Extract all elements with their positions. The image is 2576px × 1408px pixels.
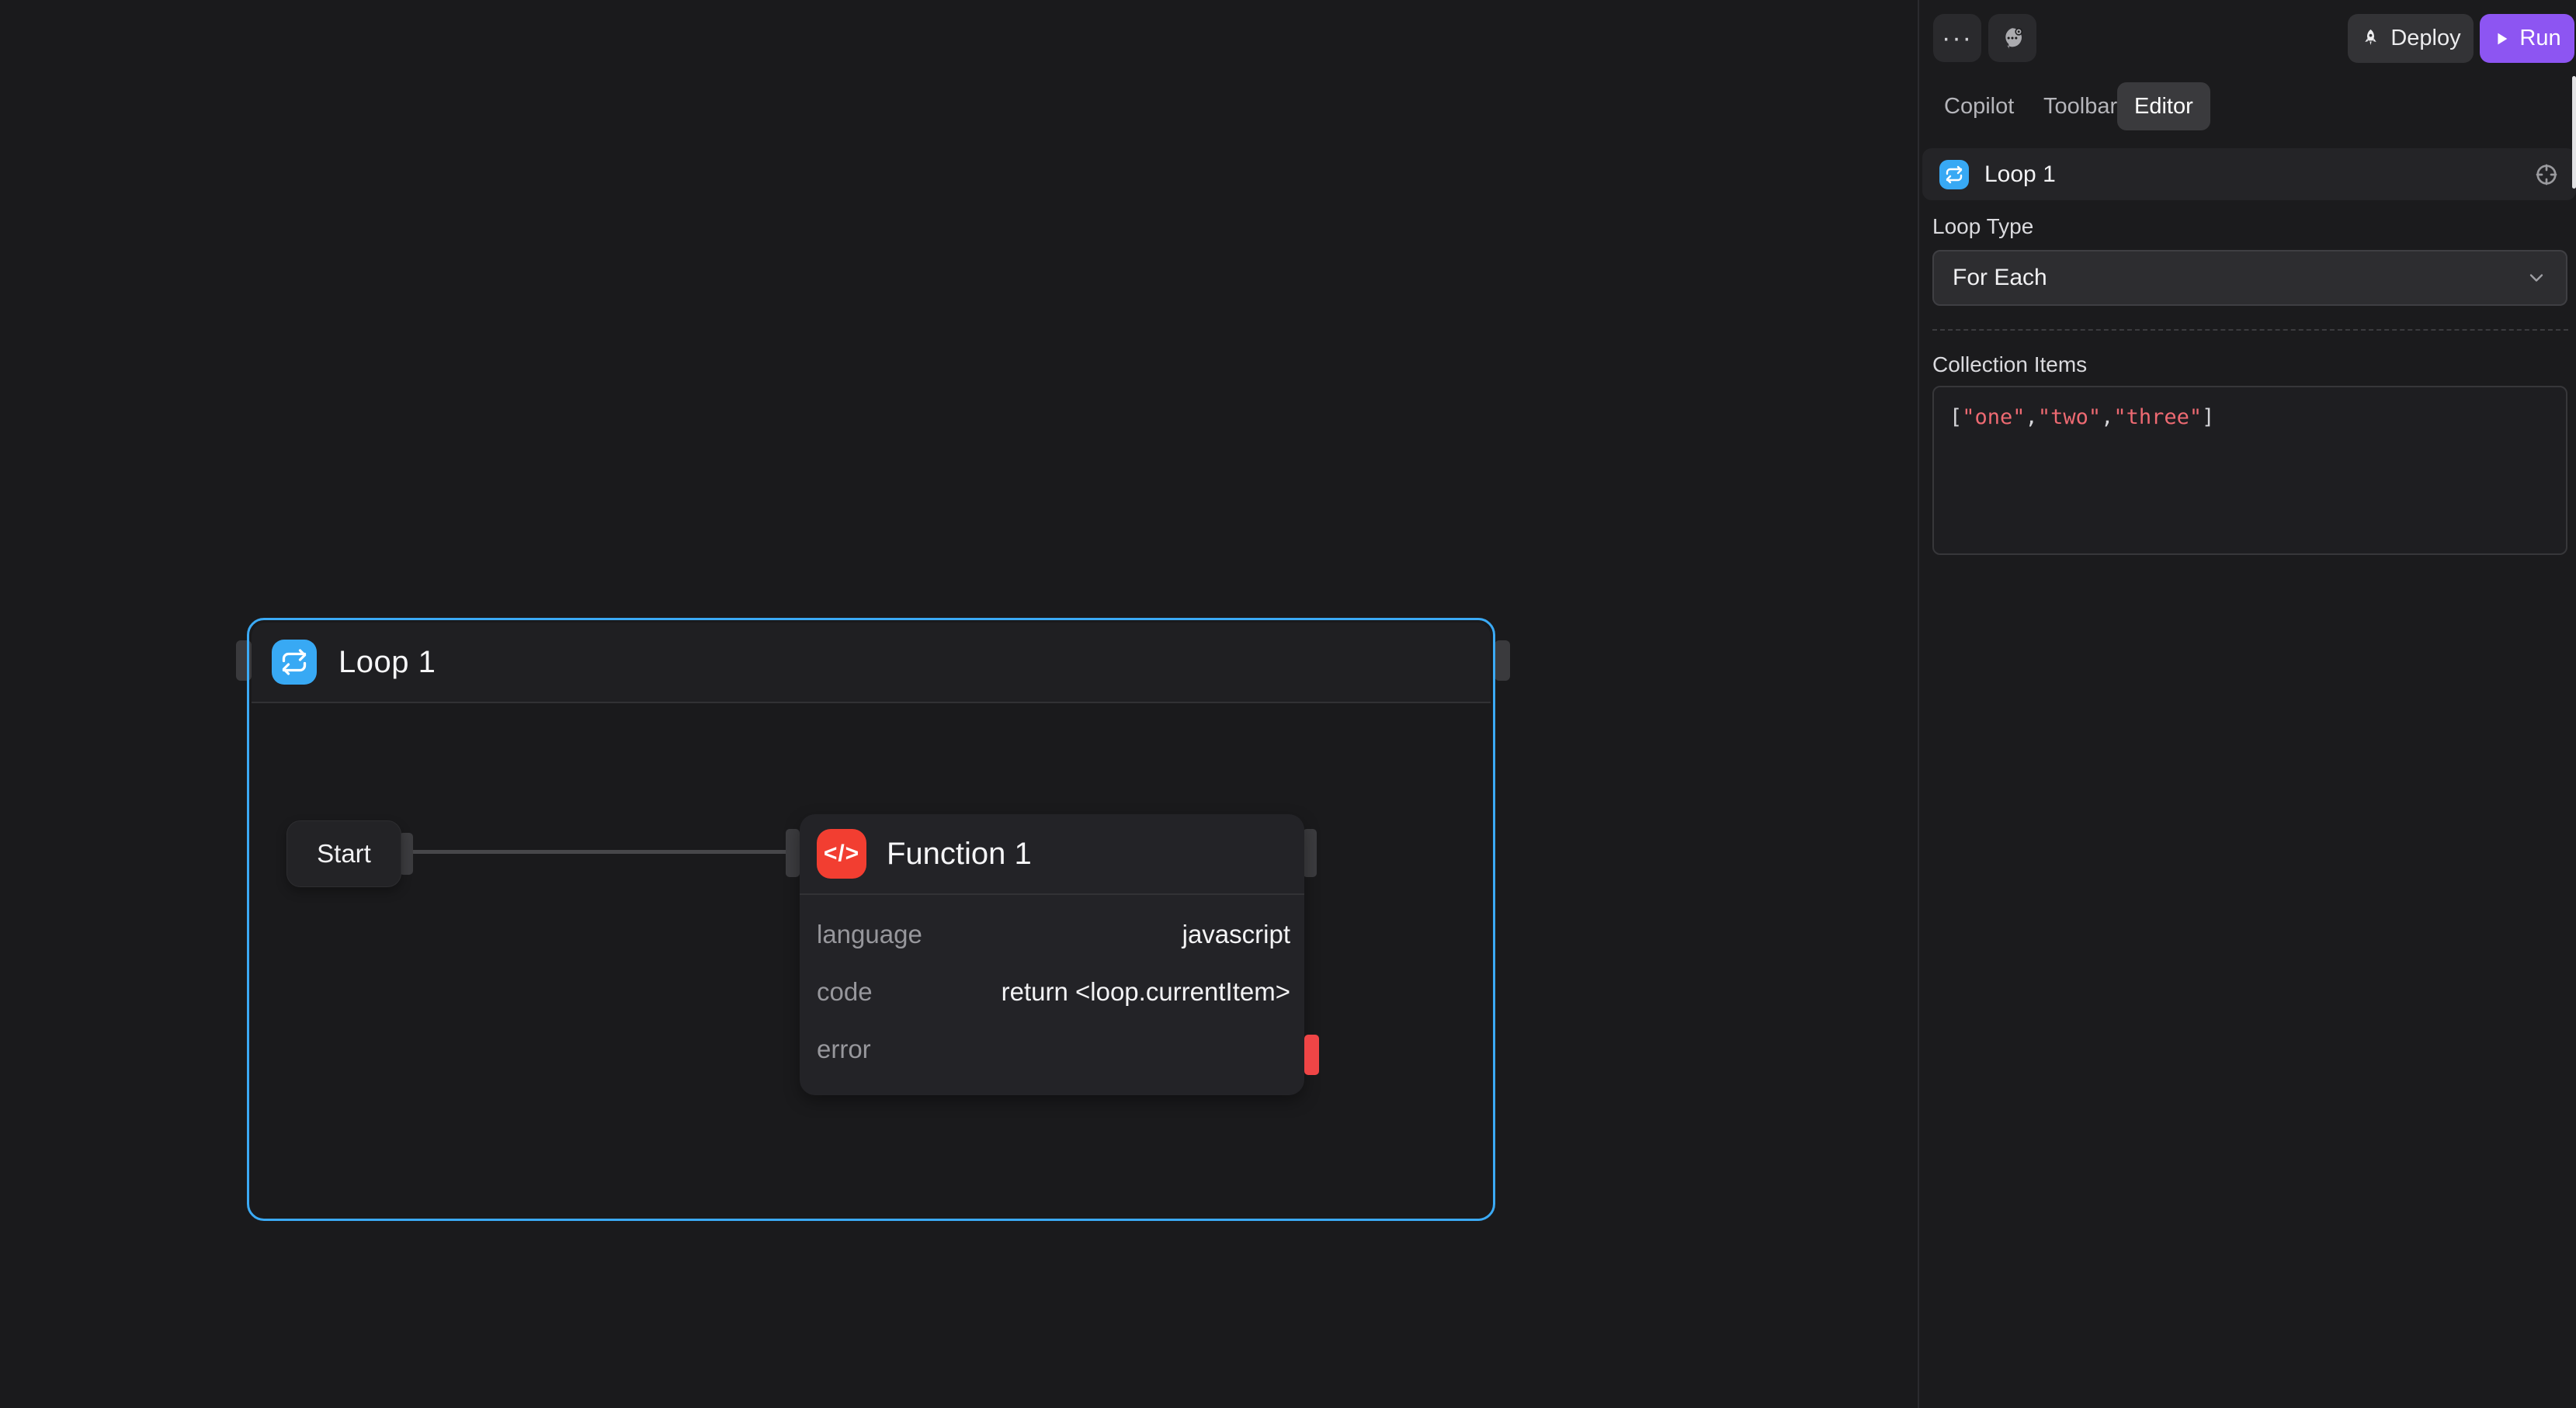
field-label: error xyxy=(817,1035,871,1064)
app-root: Loop 1 Start </> Function 1 xyxy=(0,0,2576,1408)
code-token-punct: [ xyxy=(1949,405,1962,429)
field-value: return <loop.currentItem> xyxy=(1002,977,1290,1007)
code-icon-glyph: </> xyxy=(824,841,859,867)
start-node-label: Start xyxy=(317,839,371,869)
code-token-string: "two" xyxy=(2038,405,2101,429)
run-button[interactable]: Run xyxy=(2480,14,2574,63)
function-node-fields: language javascript code return <loop.cu… xyxy=(800,895,1304,1078)
loop-node-body[interactable]: Start </> Function 1 language javasc xyxy=(252,705,1491,1216)
panel-scrollbar-thumb[interactable] xyxy=(2572,76,2576,189)
code-token-string: "one" xyxy=(1962,405,2025,429)
function-node-input-handle[interactable] xyxy=(786,829,800,877)
loop-type-value: For Each xyxy=(1953,265,2047,291)
inspector-panel: ··· xyxy=(1918,0,2576,1408)
edge-start-to-function xyxy=(411,850,790,854)
panel-tabs: Copilot Toolbar Editor xyxy=(1919,81,2576,132)
field-value: javascript xyxy=(1182,920,1290,949)
field-row-error[interactable]: error xyxy=(817,1021,1290,1078)
code-token-punct: ] xyxy=(2202,405,2214,429)
loop-node[interactable]: Loop 1 Start </> Function 1 xyxy=(247,618,1495,1221)
loop-type-select[interactable]: For Each xyxy=(1932,250,2567,306)
start-node[interactable]: Start xyxy=(286,820,401,887)
selected-node-title: Loop 1 xyxy=(1984,161,2056,188)
more-options-button[interactable]: ··· xyxy=(1933,14,1981,62)
tab-copilot[interactable]: Copilot xyxy=(1927,82,2031,130)
function-error-handle[interactable] xyxy=(1304,1035,1319,1075)
collection-items-editor[interactable]: ["one","two","three"] xyxy=(1932,386,2567,555)
loop-node-title: Loop 1 xyxy=(338,645,436,680)
locate-node-button[interactable] xyxy=(2534,162,2559,187)
code-token-string: "three" xyxy=(2113,405,2202,429)
function-node-header[interactable]: </> Function 1 xyxy=(800,814,1304,895)
ellipsis-icon: ··· xyxy=(1942,23,1973,54)
rocket-icon xyxy=(2360,28,2381,49)
field-label: code xyxy=(817,977,873,1007)
collection-items-label: Collection Items xyxy=(1932,352,2087,377)
loop-node-header[interactable]: Loop 1 xyxy=(252,623,1491,703)
loop-node-input-handle[interactable] xyxy=(236,640,252,681)
chevron-down-icon xyxy=(2526,267,2547,289)
deploy-label: Deploy xyxy=(2390,26,2460,51)
function-node[interactable]: </> Function 1 language javascript code … xyxy=(800,814,1304,1095)
function-node-output-handle[interactable] xyxy=(1303,829,1317,877)
crosshair-icon xyxy=(2534,162,2559,187)
tab-editor[interactable]: Editor xyxy=(2117,82,2210,130)
selected-node-header[interactable]: Loop 1 xyxy=(1922,148,2576,200)
section-divider xyxy=(1932,329,2568,331)
loop-type-label: Loop Type xyxy=(1932,214,2033,239)
code-token-punct: , xyxy=(2101,405,2113,429)
loop-icon xyxy=(1939,160,1969,189)
feedback-button[interactable] xyxy=(1988,14,2036,62)
run-label: Run xyxy=(2519,26,2560,51)
loop-node-output-handle[interactable] xyxy=(1495,640,1510,681)
field-row-code[interactable]: code return <loop.currentItem> xyxy=(817,963,1290,1021)
field-label: language xyxy=(817,920,922,949)
function-node-title: Function 1 xyxy=(887,837,1032,872)
workflow-canvas[interactable]: Loop 1 Start </> Function 1 xyxy=(0,0,1918,1408)
play-icon xyxy=(2493,30,2510,47)
field-row-language[interactable]: language javascript xyxy=(817,906,1290,963)
chat-feedback-icon xyxy=(1999,25,2026,51)
deploy-button[interactable]: Deploy xyxy=(2348,14,2474,63)
loop-icon xyxy=(272,640,317,685)
code-token-punct: , xyxy=(2026,405,2038,429)
code-icon: </> xyxy=(817,829,866,879)
